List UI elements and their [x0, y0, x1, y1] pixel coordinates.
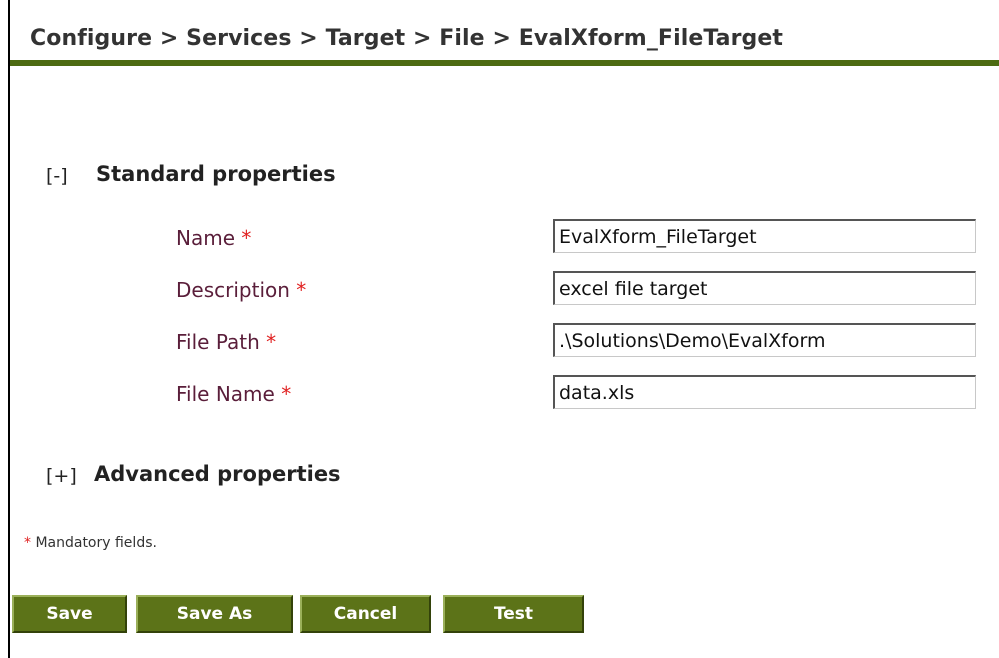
name-required-mark: *	[241, 226, 252, 250]
advanced-properties-toggle[interactable]: [+]	[46, 465, 77, 487]
title-underline-bar	[10, 60, 999, 66]
save-as-button[interactable]: Save As	[136, 595, 293, 633]
standard-properties-toggle[interactable]: [-]	[46, 165, 68, 187]
description-required-mark: *	[296, 278, 307, 302]
cancel-button[interactable]: Cancel	[300, 595, 431, 633]
save-button[interactable]: Save	[12, 595, 127, 633]
file-name-label-text: File Name	[176, 382, 275, 406]
standard-properties-title: Standard properties	[96, 162, 336, 186]
file-path-label-text: File Path	[176, 330, 260, 354]
name-input[interactable]	[553, 219, 976, 253]
left-border-line	[8, 0, 10, 658]
description-label: Description *	[176, 278, 306, 302]
description-input[interactable]	[553, 271, 976, 305]
mandatory-note-mark: *	[24, 535, 31, 551]
breadcrumb: Configure > Services > Target > File > E…	[30, 26, 784, 51]
file-path-required-mark: *	[266, 330, 277, 354]
name-label-text: Name	[176, 226, 236, 250]
file-path-input[interactable]	[553, 323, 976, 357]
file-path-label: File Path *	[176, 330, 276, 354]
advanced-properties-title: Advanced properties	[94, 462, 341, 486]
file-name-input[interactable]	[553, 375, 976, 409]
test-button[interactable]: Test	[443, 595, 584, 633]
file-name-required-mark: *	[281, 382, 292, 406]
description-label-text: Description	[176, 278, 290, 302]
file-name-label: File Name *	[176, 382, 291, 406]
mandatory-fields-note: * Mandatory fields.	[24, 535, 157, 551]
mandatory-note-text: Mandatory fields.	[31, 535, 157, 551]
name-label: Name *	[176, 226, 251, 250]
